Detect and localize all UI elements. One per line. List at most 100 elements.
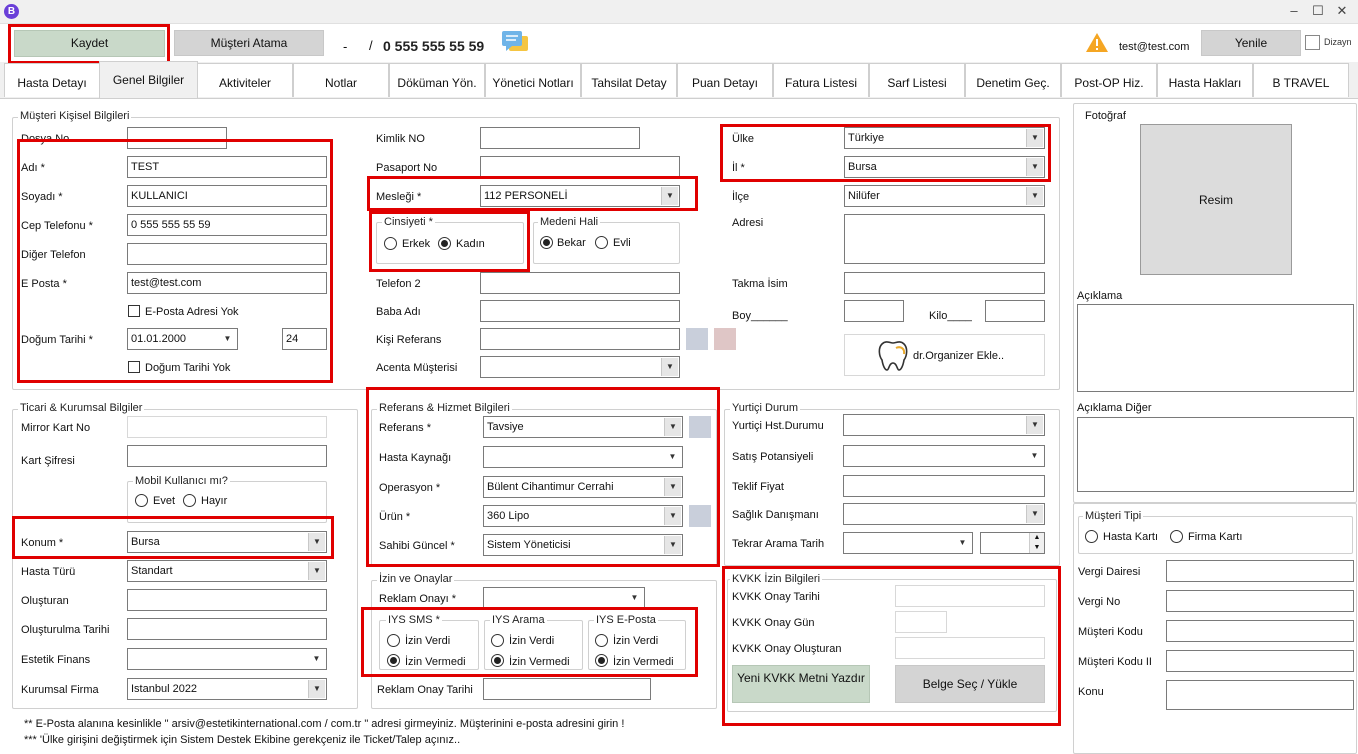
close-button[interactable]: ✕ bbox=[1330, 2, 1354, 20]
chevron-down-icon: ▼ bbox=[1026, 447, 1043, 465]
tab-patient-rights[interactable]: Hasta Hakları bbox=[1157, 63, 1253, 97]
chat-icon[interactable] bbox=[500, 29, 530, 57]
recall-date-label: Tekrar Arama Tarih bbox=[732, 538, 825, 550]
phone2-input[interactable] bbox=[480, 272, 680, 294]
corporate-company-select[interactable]: Istanbul 2022 ▼ bbox=[127, 678, 327, 700]
photo-title: Fotoğraf bbox=[1085, 110, 1126, 122]
corporate-company-label: Kurumsal Firma bbox=[21, 684, 99, 696]
mobile-user-no-label: Hayır bbox=[201, 495, 228, 507]
toolbar: Kaydet Müşteri Atama - / 0 555 555 55 59… bbox=[0, 24, 1358, 62]
person-ref-clear-button[interactable] bbox=[714, 328, 736, 350]
corporate-company-value: Istanbul 2022 bbox=[131, 683, 198, 695]
tab-point-detail[interactable]: Puan Detayı bbox=[677, 63, 773, 97]
tab-notes[interactable]: Notlar bbox=[293, 63, 389, 97]
health-advisor-select[interactable]: ▼ bbox=[843, 503, 1045, 525]
recall-date-picker[interactable]: ▼ bbox=[843, 532, 973, 554]
photo-image[interactable]: Resim bbox=[1140, 124, 1292, 275]
highlight-iys bbox=[361, 607, 698, 677]
chevron-down-icon: ▼ bbox=[954, 534, 971, 552]
marital-single-radio[interactable] bbox=[540, 236, 553, 249]
tab-supply-list[interactable]: Sarf Listesi bbox=[869, 63, 965, 97]
agency-select[interactable]: ▼ bbox=[480, 356, 680, 378]
tab-audit[interactable]: Denetim Geç. bbox=[965, 63, 1061, 97]
id-no-input[interactable] bbox=[480, 127, 640, 149]
card-password-input[interactable] bbox=[127, 445, 327, 467]
title-bar: B ‒ ☐ ✕ bbox=[0, 0, 1358, 24]
company-card-radio[interactable] bbox=[1170, 530, 1183, 543]
chevron-down-icon: ▼ bbox=[1026, 416, 1043, 434]
footer-note-country: *** 'Ülke girişini değiştirmek için Sist… bbox=[24, 734, 461, 746]
district-value: Nilüfer bbox=[848, 190, 880, 202]
tab-documents[interactable]: Döküman Yön. bbox=[389, 63, 485, 97]
nickname-input[interactable] bbox=[844, 272, 1045, 294]
offer-price-label: Teklif Fiyat bbox=[732, 481, 784, 493]
offer-price-input[interactable] bbox=[843, 475, 1045, 497]
passport-input[interactable] bbox=[480, 156, 680, 178]
address-textarea[interactable] bbox=[844, 214, 1045, 264]
id-no-label: Kimlik NO bbox=[376, 133, 425, 145]
patient-type-value: Standart bbox=[131, 565, 173, 577]
customer-code-label: Müşteri Kodu bbox=[1078, 626, 1143, 638]
warning-icon bbox=[1086, 33, 1108, 52]
tax-office-input[interactable] bbox=[1166, 560, 1354, 582]
creator-input[interactable] bbox=[127, 589, 327, 611]
tab-post-op[interactable]: Post-OP Hiz. bbox=[1061, 63, 1157, 97]
father-name-input[interactable] bbox=[480, 300, 680, 322]
footer-note-email: ** E-Posta alanına kesinlikle " arsiv@es… bbox=[24, 718, 625, 730]
mirror-card-input[interactable] bbox=[127, 416, 327, 438]
header-email: test@test.com bbox=[1119, 41, 1190, 53]
domestic-status-select[interactable]: ▼ bbox=[843, 414, 1045, 436]
district-select[interactable]: Nilüfer ▼ bbox=[844, 185, 1045, 207]
tab-activities[interactable]: Aktiviteler bbox=[197, 63, 293, 97]
tab-patient-detail[interactable]: Hasta Detayı bbox=[4, 63, 100, 97]
marital-married-radio[interactable] bbox=[595, 236, 608, 249]
description-other-textarea[interactable] bbox=[1077, 417, 1354, 492]
height-input[interactable] bbox=[844, 300, 904, 322]
tab-payment-detail[interactable]: Tahsilat Detay bbox=[581, 63, 677, 97]
description-textarea[interactable] bbox=[1077, 304, 1354, 392]
domestic-status-label: Yurtiçi Hst.Durumu bbox=[732, 420, 824, 432]
mobile-user-no-radio[interactable] bbox=[183, 494, 196, 507]
patient-type-select[interactable]: Standart ▼ bbox=[127, 560, 327, 582]
height-label: Boy______ bbox=[732, 310, 788, 322]
topic-input[interactable] bbox=[1166, 680, 1354, 710]
created-date-input[interactable] bbox=[127, 618, 327, 640]
phone2-label: Telefon 2 bbox=[376, 278, 421, 290]
design-label: Dizayn bbox=[1324, 37, 1352, 47]
mobile-user-yes-radio[interactable] bbox=[135, 494, 148, 507]
customer-code2-input[interactable] bbox=[1166, 650, 1354, 672]
tab-admin-notes[interactable]: Yönetici Notları bbox=[485, 63, 581, 97]
person-ref-search-button[interactable] bbox=[686, 328, 708, 350]
aesthetic-finance-select[interactable]: ▼ bbox=[127, 648, 327, 670]
address-label: Adresi bbox=[732, 217, 764, 229]
description-label: Açıklama bbox=[1077, 290, 1123, 302]
ad-consent-select[interactable]: ▼ bbox=[483, 587, 645, 609]
patient-card-radio[interactable] bbox=[1085, 530, 1098, 543]
customer-code-input[interactable] bbox=[1166, 620, 1354, 642]
mobile-user-title: Mobil Kullanıcı mı? bbox=[133, 475, 230, 487]
card-password-label: Kart Şifresi bbox=[21, 455, 75, 467]
ad-consent-date-input[interactable] bbox=[483, 678, 651, 700]
minimize-button[interactable]: ‒ bbox=[1282, 2, 1306, 20]
topic-label: Konu bbox=[1078, 686, 1104, 698]
refresh-button[interactable]: Yenile bbox=[1201, 30, 1301, 56]
tab-bar: Hasta Detayı Genel Bilgiler Aktiviteler … bbox=[0, 61, 1358, 99]
sales-potential-select[interactable]: ▼ bbox=[843, 445, 1045, 467]
tab-invoice-list[interactable]: Fatura Listesi bbox=[773, 63, 869, 97]
highlight-gender bbox=[369, 211, 530, 272]
assign-customer-button[interactable]: Müşteri Atama bbox=[174, 30, 324, 56]
design-checkbox[interactable] bbox=[1305, 35, 1320, 50]
maximize-button[interactable]: ☐ bbox=[1306, 2, 1330, 20]
marital-title: Medeni Hali bbox=[538, 216, 601, 228]
spinner-arrows-icon[interactable]: ▲ ▼ bbox=[1029, 533, 1044, 553]
chevron-down-icon: ▼ bbox=[626, 589, 643, 607]
chevron-down-icon: ▼ bbox=[661, 358, 678, 376]
highlight-reference bbox=[366, 387, 720, 567]
tab-b-travel[interactable]: B TRAVEL bbox=[1253, 63, 1349, 97]
weight-input[interactable] bbox=[985, 300, 1045, 322]
tooth-icon bbox=[878, 341, 908, 371]
tax-no-input[interactable] bbox=[1166, 590, 1354, 612]
tab-general-info[interactable]: Genel Bilgiler bbox=[99, 61, 198, 98]
highlight-location bbox=[12, 516, 334, 559]
person-ref-input[interactable] bbox=[480, 328, 680, 350]
